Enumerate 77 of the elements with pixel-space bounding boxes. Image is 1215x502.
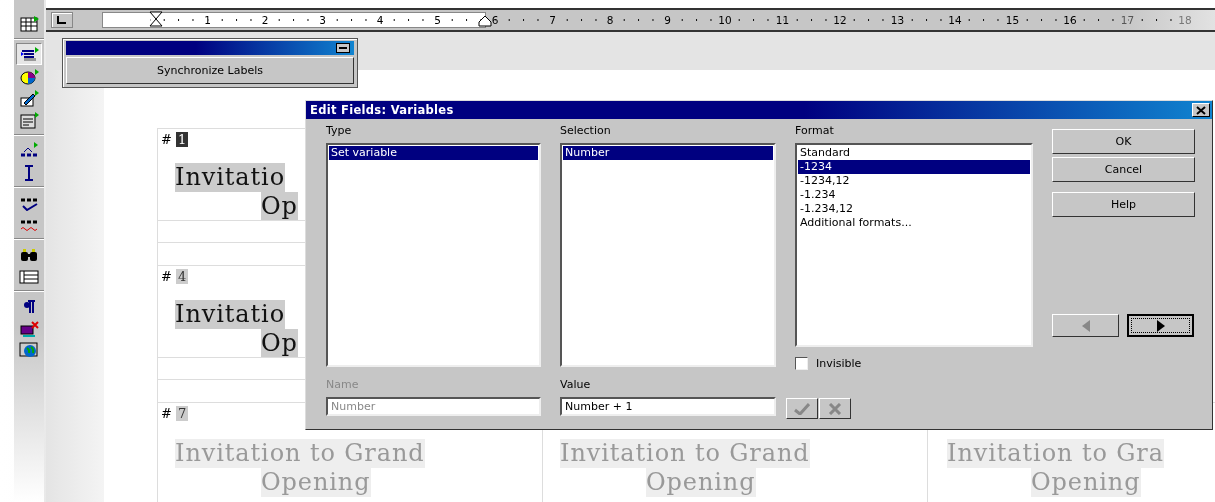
table-icon (19, 15, 39, 33)
label-text: Invitatio (175, 300, 285, 329)
checkmark-icon (794, 402, 810, 415)
label-hash: # (161, 268, 172, 284)
list-item[interactable]: Additional formats... (798, 216, 1030, 230)
list-item[interactable]: Standard (798, 146, 1030, 160)
label-text: Opening (261, 468, 371, 497)
field-label: Value (560, 378, 592, 392)
chart-icon (19, 67, 39, 85)
ruler-number: 9 (664, 14, 671, 26)
ruler-number: 6 (491, 14, 499, 26)
label-text: Op (261, 192, 298, 221)
ruler-number: 15 (1005, 14, 1020, 26)
ruler-number: 12 (833, 14, 847, 26)
ruler-number: 5 (434, 14, 441, 26)
list-item[interactable]: -1234,12 (798, 174, 1030, 188)
list-label: Type (326, 124, 353, 138)
dialog-button[interactable]: OK (1052, 129, 1195, 154)
list-item[interactable]: -1.234,12 (798, 202, 1030, 216)
label-hash: # (161, 131, 172, 147)
right-margin-marker-icon[interactable] (478, 13, 492, 27)
tab-stop-button[interactable] (51, 12, 73, 28)
synchronize-labels-button[interactable]: Synchronize Labels (66, 57, 354, 84)
ruler-number: 13 (890, 14, 905, 26)
ruler-number: 17 (1120, 14, 1135, 26)
label-text: Opening (1031, 468, 1141, 497)
label-hash: # (161, 405, 172, 421)
label-text: Invitation to Grand (175, 439, 425, 468)
label-number-field[interactable]: 7 (175, 405, 189, 421)
value-field[interactable]: Number + 1 (560, 397, 776, 416)
text-tree-icon (19, 141, 39, 159)
dialog-button[interactable]: Help (1052, 192, 1195, 217)
list-item[interactable]: -1.234 (798, 188, 1030, 202)
dialog-button[interactable]: Cancel (1052, 157, 1195, 182)
disconnect-icon (19, 319, 39, 337)
cross-icon (828, 402, 842, 415)
label-text: Opening (646, 468, 756, 497)
minimize-button[interactable] (336, 43, 350, 53)
label-text: Invitation to Gra (947, 439, 1164, 468)
list-item[interactable]: Set variable (329, 146, 538, 160)
close-button[interactable] (1192, 103, 1210, 117)
ruler-number: 18 (1178, 14, 1192, 26)
ruler-number: 10 (718, 14, 732, 26)
table-list-icon (19, 267, 39, 285)
list-label: Format (795, 124, 835, 138)
close-icon (1196, 105, 1206, 115)
ruler-number: 16 (1063, 14, 1077, 26)
ruler-number: 14 (948, 14, 962, 26)
tab-stop-icon (57, 16, 67, 24)
invisible-checkbox[interactable] (795, 356, 808, 370)
ruler-number: 11 (775, 14, 790, 26)
ruler-number: 1 (204, 14, 211, 26)
list-insert-icon (19, 45, 39, 63)
ruler-number: 8 (606, 14, 614, 26)
ruler-number: 7 (549, 14, 556, 26)
label-number-field[interactable]: 4 (175, 268, 189, 284)
label-text: Invitation to Grand (560, 439, 810, 468)
label-text: Op (261, 329, 298, 358)
label-number-field[interactable]: 1 (175, 131, 189, 147)
globe-monitor-icon (19, 341, 39, 359)
right-triangle-icon (1155, 318, 1166, 333)
left-triangle-icon (1080, 318, 1091, 333)
checkbox-label: Invisible (816, 356, 862, 370)
ruler-number: 2 (261, 14, 269, 26)
indent-marker-icon[interactable] (149, 11, 163, 27)
toolbar-button[interactable] (16, 43, 42, 65)
ruler-number: 3 (319, 14, 326, 26)
field-label: Name (326, 378, 360, 392)
pencil-icon (19, 89, 39, 107)
list-item[interactable]: Number (563, 146, 773, 160)
label-text: Invitatio (175, 163, 285, 192)
ruler-number: 4 (376, 14, 384, 26)
list-label: Selection (560, 124, 612, 138)
next-button[interactable] (1127, 314, 1194, 337)
dialog-title: Edit Fields: Variables (310, 103, 454, 117)
list-item[interactable]: -1234 (798, 160, 1030, 174)
form-icon (19, 111, 39, 129)
